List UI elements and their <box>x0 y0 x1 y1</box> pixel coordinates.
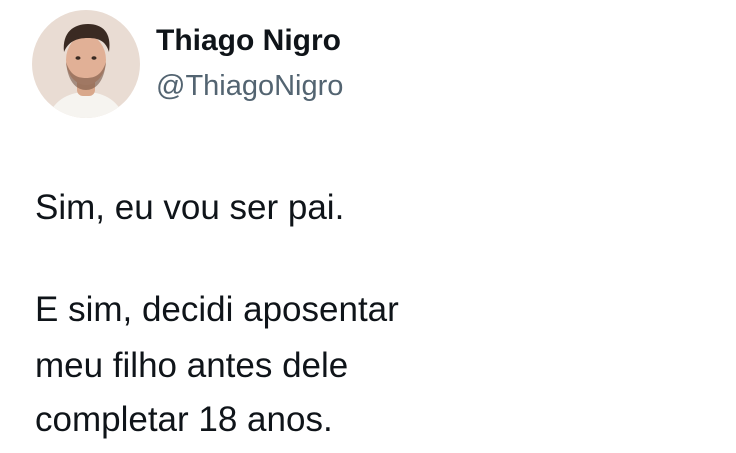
tweet-text-line: meu filho antes dele <box>35 346 349 385</box>
profile-photo-icon <box>32 10 140 118</box>
avatar[interactable] <box>32 10 140 118</box>
tweet-card: Thiago Nigro @ThiagoNigro Sim, eu vou se… <box>0 0 736 453</box>
tweet-text-line: completar 18 anos. <box>35 400 333 439</box>
author-display-name[interactable]: Thiago Nigro <box>156 24 341 58</box>
tweet-text-line: E sim, decidi aposentar <box>35 290 399 329</box>
author-handle[interactable]: @ThiagoNigro <box>156 70 343 103</box>
tweet-text-line: Sim, eu vou ser pai. <box>35 188 345 227</box>
